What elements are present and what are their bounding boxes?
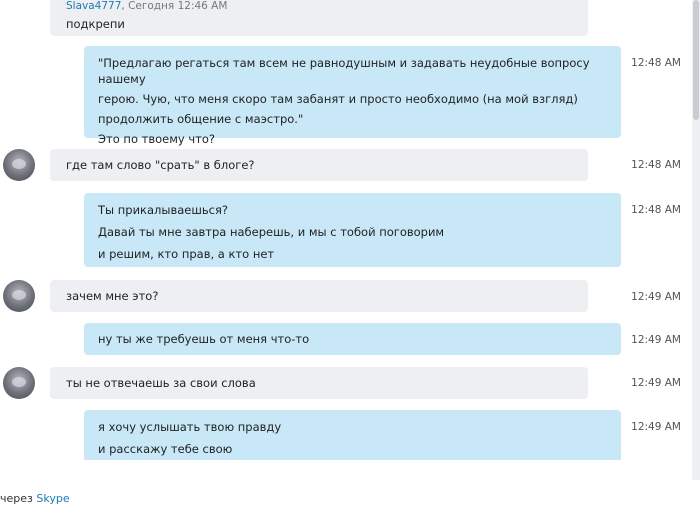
message-bubble-incoming: зачем мне это?: [50, 280, 588, 312]
footer: через Skype: [0, 492, 70, 505]
message-bubble-incoming: Slava4777, Сегодня 12:46 AM подкрепи: [50, 0, 588, 36]
contact-avatar[interactable]: [3, 280, 35, 312]
message-time: 12:49 AM: [631, 334, 681, 346]
message-header: Slava4777, Сегодня 12:46 AM: [66, 0, 588, 14]
skype-link[interactable]: Skype: [36, 492, 69, 505]
message-text: продолжить общение с маэстро.": [98, 112, 304, 126]
contact-avatar[interactable]: [3, 149, 35, 181]
message-time: 12:49 AM: [631, 291, 681, 303]
scrollbar-thumb[interactable]: [693, 0, 699, 120]
message-time: 12:49 AM: [631, 421, 681, 433]
message-text: "Предлагаю регаться там всем не равнодуш…: [98, 56, 590, 86]
message-text: ты не отвечаешь за свои слова: [66, 376, 256, 390]
message-bubble-incoming: где там слово "срать" в блоге?: [50, 149, 588, 181]
message-time: 12:48 AM: [631, 159, 681, 171]
message-text: где там слово "срать" в блоге?: [66, 158, 255, 172]
message-bubble-outgoing: "Предлагаю регаться там всем не равнодуш…: [84, 46, 621, 146]
message-bubble-outgoing: ну ты же требуешь от меня что-то: [84, 323, 621, 355]
message-meta: , Сегодня 12:46 AM: [121, 0, 228, 12]
message-text: Давай ты мне завтра наберешь, и мы с тоб…: [98, 225, 445, 239]
message-text: подкрепи: [66, 17, 125, 31]
message-time: 12:49 AM: [631, 377, 681, 389]
message-text: ну ты же требуешь от меня что-то: [98, 332, 310, 346]
sender-name[interactable]: Slava4777: [66, 0, 121, 12]
message-text: зачем мне это?: [66, 289, 159, 303]
message-time: 12:48 AM: [631, 57, 681, 69]
message-bubble-incoming: ты не отвечаешь за свои слова: [50, 367, 588, 399]
message-text: Ты прикалываешься?: [98, 203, 229, 217]
message-bubble-outgoing: я хочу услышать твою правду и расскажу т…: [84, 410, 621, 460]
contact-avatar[interactable]: [3, 367, 35, 399]
footer-prefix: через: [0, 492, 37, 505]
message-text: Это по твоему что?: [98, 132, 215, 146]
message-text: и расскажу тебе свою: [98, 442, 233, 456]
message-time: 12:48 AM: [631, 204, 681, 216]
chat-scrollbar[interactable]: [692, 0, 700, 480]
message-text: герою. Чую, что меня скоро там забанят и…: [98, 92, 578, 106]
message-bubble-outgoing: Ты прикалываешься? Давай ты мне завтра н…: [84, 193, 621, 267]
message-text: и решим, кто прав, а кто нет: [98, 247, 275, 261]
message-text: я хочу услышать твою правду: [98, 420, 282, 434]
